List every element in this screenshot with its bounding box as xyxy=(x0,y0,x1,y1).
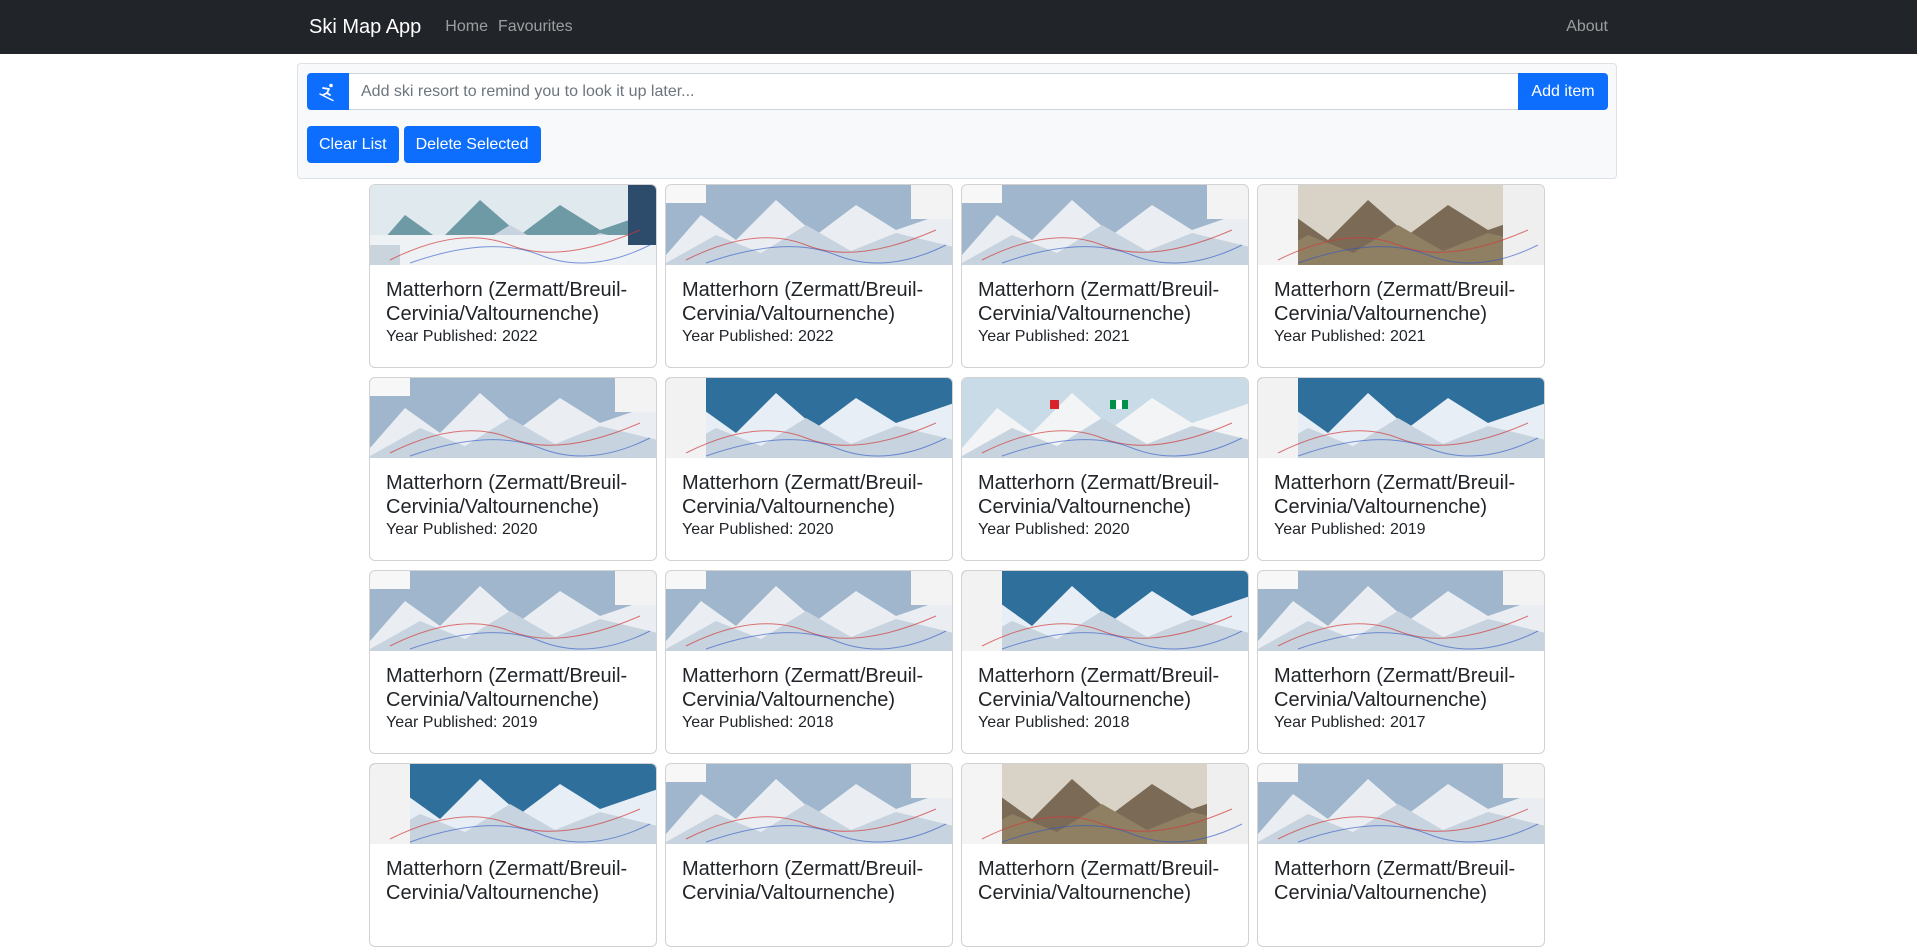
card-title: Matterhorn (Zermatt/Breuil-Cervinia/Valt… xyxy=(978,472,1220,518)
map-thumbnail[interactable] xyxy=(666,378,952,458)
add-item-input-group: Add item xyxy=(307,73,1608,110)
year-published: Year Published: 2018 xyxy=(682,714,834,731)
map-card[interactable]: Matterhorn (Zermatt/Breuil-Cervinia/Valt… xyxy=(369,184,657,368)
list-actions: Clear List Delete Selected xyxy=(307,126,541,163)
nav-link-favourites[interactable]: Favourites xyxy=(498,18,573,36)
map-card[interactable]: Matterhorn (Zermatt/Breuil-Cervinia/Valt… xyxy=(1257,570,1545,754)
card-body: Matterhorn (Zermatt/Breuil-Cervinia/Valt… xyxy=(370,265,656,346)
map-thumbnail[interactable] xyxy=(962,571,1248,651)
year-published: Year Published: 2019 xyxy=(386,714,538,731)
add-item-input[interactable] xyxy=(349,73,1518,110)
year-published: Year Published: 2021 xyxy=(1274,328,1426,345)
clear-list-button[interactable]: Clear List xyxy=(307,126,399,163)
card-title: Matterhorn (Zermatt/Breuil-Cervinia/Valt… xyxy=(386,665,628,711)
card-body: Matterhorn (Zermatt/Breuil-Cervinia/Valt… xyxy=(1258,844,1544,905)
map-thumbnail[interactable] xyxy=(962,185,1248,265)
skier-icon xyxy=(307,73,349,110)
map-card[interactable]: Matterhorn (Zermatt/Breuil-Cervinia/Valt… xyxy=(961,570,1249,754)
card-title: Matterhorn (Zermatt/Breuil-Cervinia/Valt… xyxy=(682,858,924,904)
map-thumbnail[interactable] xyxy=(370,571,656,651)
card-title: Matterhorn (Zermatt/Breuil-Cervinia/Valt… xyxy=(386,279,628,325)
card-body: Matterhorn (Zermatt/Breuil-Cervinia/Valt… xyxy=(370,651,656,732)
card-body: Matterhorn (Zermatt/Breuil-Cervinia/Valt… xyxy=(962,844,1248,905)
brand[interactable]: Ski Map App xyxy=(309,16,421,39)
year-published: Year Published: 2021 xyxy=(978,328,1130,345)
map-card[interactable]: Matterhorn (Zermatt/Breuil-Cervinia/Valt… xyxy=(665,184,953,368)
ski-map-grid: Matterhorn (Zermatt/Breuil-Cervinia/Valt… xyxy=(369,184,1545,947)
map-thumbnail[interactable] xyxy=(1258,185,1544,265)
map-thumbnail[interactable] xyxy=(370,764,656,844)
map-card[interactable]: Matterhorn (Zermatt/Breuil-Cervinia/Valt… xyxy=(665,570,953,754)
card-body: Matterhorn (Zermatt/Breuil-Cervinia/Valt… xyxy=(666,265,952,346)
navbar: Ski Map App Home Favourites About xyxy=(0,0,1917,54)
card-title: Matterhorn (Zermatt/Breuil-Cervinia/Valt… xyxy=(682,279,924,325)
map-thumbnail[interactable] xyxy=(1258,764,1544,844)
card-body: Matterhorn (Zermatt/Breuil-Cervinia/Valt… xyxy=(666,651,952,732)
map-thumbnail[interactable] xyxy=(666,764,952,844)
card-body: Matterhorn (Zermatt/Breuil-Cervinia/Valt… xyxy=(666,844,952,905)
map-thumbnail[interactable] xyxy=(370,378,656,458)
card-title: Matterhorn (Zermatt/Breuil-Cervinia/Valt… xyxy=(1274,472,1516,518)
add-item-button[interactable]: Add item xyxy=(1518,73,1608,110)
map-thumbnail[interactable] xyxy=(370,185,656,265)
card-body: Matterhorn (Zermatt/Breuil-Cervinia/Valt… xyxy=(962,458,1248,539)
card-body: Matterhorn (Zermatt/Breuil-Cervinia/Valt… xyxy=(666,458,952,539)
card-body: Matterhorn (Zermatt/Breuil-Cervinia/Valt… xyxy=(370,458,656,539)
map-thumbnail[interactable] xyxy=(1258,378,1544,458)
card-body: Matterhorn (Zermatt/Breuil-Cervinia/Valt… xyxy=(1258,651,1544,732)
card-title: Matterhorn (Zermatt/Breuil-Cervinia/Valt… xyxy=(682,472,924,518)
map-card[interactable]: Matterhorn (Zermatt/Breuil-Cervinia/Valt… xyxy=(961,377,1249,561)
card-body: Matterhorn (Zermatt/Breuil-Cervinia/Valt… xyxy=(370,844,656,905)
map-card[interactable]: Matterhorn (Zermatt/Breuil-Cervinia/Valt… xyxy=(1257,763,1545,947)
card-title: Matterhorn (Zermatt/Breuil-Cervinia/Valt… xyxy=(386,858,628,904)
map-thumbnail[interactable] xyxy=(962,378,1248,458)
card-body: Matterhorn (Zermatt/Breuil-Cervinia/Valt… xyxy=(962,651,1248,732)
year-published: Year Published: 2017 xyxy=(1274,714,1426,731)
map-card[interactable]: Matterhorn (Zermatt/Breuil-Cervinia/Valt… xyxy=(665,377,953,561)
card-body: Matterhorn (Zermatt/Breuil-Cervinia/Valt… xyxy=(1258,458,1544,539)
card-title: Matterhorn (Zermatt/Breuil-Cervinia/Valt… xyxy=(386,472,628,518)
map-card[interactable]: Matterhorn (Zermatt/Breuil-Cervinia/Valt… xyxy=(961,763,1249,947)
map-card[interactable]: Matterhorn (Zermatt/Breuil-Cervinia/Valt… xyxy=(369,377,657,561)
card-title: Matterhorn (Zermatt/Breuil-Cervinia/Valt… xyxy=(682,665,924,711)
map-card[interactable]: Matterhorn (Zermatt/Breuil-Cervinia/Valt… xyxy=(1257,377,1545,561)
card-title: Matterhorn (Zermatt/Breuil-Cervinia/Valt… xyxy=(1274,665,1516,711)
map-card[interactable]: Matterhorn (Zermatt/Breuil-Cervinia/Valt… xyxy=(369,763,657,947)
nav-link-home[interactable]: Home xyxy=(445,18,488,36)
card-title: Matterhorn (Zermatt/Breuil-Cervinia/Valt… xyxy=(978,858,1220,904)
card-body: Matterhorn (Zermatt/Breuil-Cervinia/Valt… xyxy=(962,265,1248,346)
card-title: Matterhorn (Zermatt/Breuil-Cervinia/Valt… xyxy=(1274,858,1516,904)
card-title: Matterhorn (Zermatt/Breuil-Cervinia/Valt… xyxy=(1274,279,1516,325)
year-published: Year Published: 2022 xyxy=(682,328,834,345)
year-published: Year Published: 2020 xyxy=(386,521,538,538)
map-card[interactable]: Matterhorn (Zermatt/Breuil-Cervinia/Valt… xyxy=(961,184,1249,368)
map-card[interactable]: Matterhorn (Zermatt/Breuil-Cervinia/Valt… xyxy=(1257,184,1545,368)
map-card[interactable]: Matterhorn (Zermatt/Breuil-Cervinia/Valt… xyxy=(665,763,953,947)
map-thumbnail[interactable] xyxy=(666,571,952,651)
map-thumbnail[interactable] xyxy=(962,764,1248,844)
delete-selected-button[interactable]: Delete Selected xyxy=(403,126,541,163)
map-card[interactable]: Matterhorn (Zermatt/Breuil-Cervinia/Valt… xyxy=(369,570,657,754)
year-published: Year Published: 2019 xyxy=(1274,521,1426,538)
add-item-panel: Add item Clear List Delete Selected xyxy=(297,63,1617,179)
year-published: Year Published: 2022 xyxy=(386,328,538,345)
card-body: Matterhorn (Zermatt/Breuil-Cervinia/Valt… xyxy=(1258,265,1544,346)
map-thumbnail[interactable] xyxy=(666,185,952,265)
year-published: Year Published: 2018 xyxy=(978,714,1130,731)
year-published: Year Published: 2020 xyxy=(978,521,1130,538)
card-title: Matterhorn (Zermatt/Breuil-Cervinia/Valt… xyxy=(978,665,1220,711)
year-published: Year Published: 2020 xyxy=(682,521,834,538)
nav-link-about[interactable]: About xyxy=(1566,18,1608,36)
card-title: Matterhorn (Zermatt/Breuil-Cervinia/Valt… xyxy=(978,279,1220,325)
map-thumbnail[interactable] xyxy=(1258,571,1544,651)
